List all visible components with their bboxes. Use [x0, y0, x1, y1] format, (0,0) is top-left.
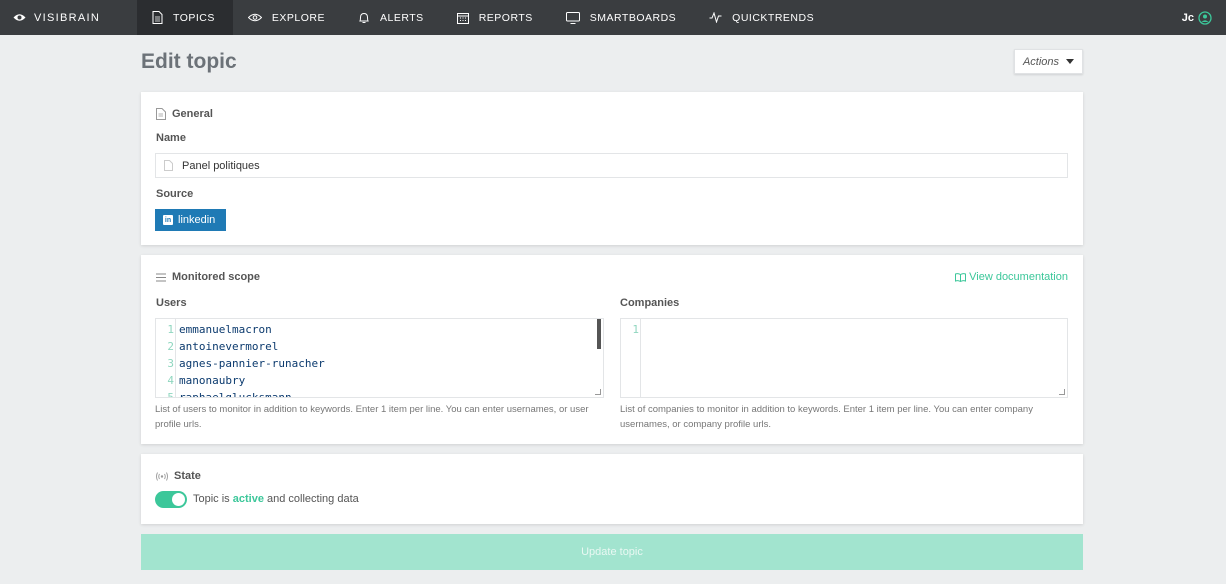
- eye-icon: [247, 13, 262, 22]
- nav-item-quicktrends[interactable]: QUICKTRENDS: [694, 0, 832, 35]
- line-number: 1: [167, 323, 174, 336]
- file-icon: [156, 108, 166, 120]
- update-topic-button[interactable]: Update topic: [141, 534, 1083, 570]
- caret-down-icon: [1066, 59, 1075, 64]
- companies-label: Companies: [620, 297, 680, 309]
- code-line: 1 emmanuelmacron: [156, 321, 272, 338]
- source-linkedin-tag[interactable]: in linkedin: [155, 209, 226, 231]
- users-label: Users: [156, 297, 187, 309]
- nav-item-reports[interactable]: REPORTS: [442, 0, 551, 35]
- nav-item-topics[interactable]: TOPICS: [137, 0, 233, 35]
- nav-item-label: QUICKTRENDS: [732, 11, 815, 24]
- brand-name: VISIBRAIN: [34, 11, 101, 24]
- code-line: 4 manonaubry: [156, 372, 245, 389]
- general-card: General Name Panel politiques Source in …: [141, 92, 1083, 245]
- resize-handle[interactable]: [1059, 389, 1065, 395]
- state-status: active: [232, 493, 264, 505]
- line-text: agnes-pannier-runacher: [179, 357, 325, 370]
- user-menu[interactable]: Jc: [1182, 0, 1212, 35]
- monitor-icon: [565, 11, 580, 24]
- state-description: Topic is active and collecting data: [193, 493, 359, 505]
- editor-scrollbar[interactable]: [597, 319, 601, 349]
- nav-item-label: EXPLORE: [271, 11, 326, 24]
- view-documentation-link[interactable]: View documentation: [955, 271, 1068, 283]
- state-title-text: State: [174, 470, 201, 482]
- name-label: Name: [156, 132, 186, 144]
- document-icon: [152, 11, 163, 24]
- line-text: raphaelglucksmann: [179, 391, 292, 398]
- monitored-scope-card: Monitored scope View documentation Users…: [141, 255, 1083, 444]
- state-title: State: [156, 470, 201, 482]
- eye-logo-icon: [13, 14, 26, 21]
- nav-item-smartboards[interactable]: SMARTBOARDS: [551, 0, 694, 35]
- line-number: 4: [167, 374, 174, 387]
- actions-dropdown-button[interactable]: Actions: [1014, 49, 1083, 74]
- code-line: 1: [621, 321, 644, 338]
- state-text-before: Topic is: [193, 493, 230, 505]
- linkedin-icon: in: [163, 215, 173, 225]
- source-tag-label: linkedin: [178, 214, 216, 226]
- source-label: Source: [156, 188, 194, 200]
- line-text: manonaubry: [179, 374, 246, 387]
- general-title-text: General: [172, 108, 213, 120]
- line-number: 2: [167, 340, 174, 353]
- name-input-value: Panel politiques: [182, 159, 260, 172]
- page-title: Edit topic: [141, 50, 237, 73]
- scope-title-text: Monitored scope: [172, 271, 261, 283]
- code-line: 2 antoinevermorel: [156, 338, 278, 355]
- top-nav: VISIBRAIN TOPICS EXPLORE ALERTS REPORTS …: [0, 0, 1226, 35]
- doc-link-text: View documentation: [969, 271, 1068, 283]
- nav-item-label: SMARTBOARDS: [589, 11, 677, 24]
- brand-logo[interactable]: VISIBRAIN: [0, 0, 137, 35]
- users-help-text: List of users to monitor in addition to …: [155, 404, 589, 430]
- line-number: 5: [167, 391, 174, 398]
- file-icon: [164, 160, 173, 171]
- line-number: 3: [167, 357, 174, 370]
- code-line: 5 raphaelglucksmann: [156, 389, 292, 398]
- scope-title: Monitored scope: [156, 271, 260, 283]
- broadcast-icon: [156, 471, 168, 481]
- resize-handle[interactable]: [595, 389, 601, 395]
- book-icon: [955, 272, 967, 282]
- nav-item-label: TOPICS: [173, 11, 215, 24]
- state-text-after: and collecting data: [267, 493, 359, 505]
- user-avatar-icon: [1198, 10, 1212, 25]
- line-text: emmanuelmacron: [179, 323, 272, 336]
- pulse-icon: [709, 12, 722, 23]
- bell-icon: [359, 12, 369, 23]
- nav-item-explore[interactable]: EXPLORE: [233, 0, 343, 35]
- general-title: General: [156, 108, 213, 120]
- companies-editor[interactable]: 1: [620, 318, 1068, 398]
- user-initials: Jc: [1181, 11, 1194, 24]
- companies-help-text: List of companies to monitor in addition…: [620, 404, 1033, 430]
- name-input[interactable]: Panel politiques: [155, 153, 1068, 178]
- active-toggle[interactable]: [155, 491, 187, 508]
- list-icon: [156, 272, 166, 282]
- users-editor[interactable]: 1 emmanuelmacron 2 antoinevermorel 3 agn…: [155, 318, 604, 398]
- calendar-icon: [456, 12, 469, 24]
- nav-item-alerts[interactable]: ALERTS: [343, 0, 442, 35]
- line-number: 1: [632, 323, 639, 336]
- nav-item-label: ALERTS: [380, 11, 424, 24]
- state-card: State Topic is active and collecting dat…: [141, 454, 1083, 524]
- nav-item-label: REPORTS: [478, 11, 533, 24]
- line-text: antoinevermorel: [179, 340, 279, 353]
- code-line: 3 agnes-pannier-runacher: [156, 355, 325, 372]
- actions-label: Actions: [1022, 55, 1060, 68]
- toggle-knob: [172, 493, 185, 506]
